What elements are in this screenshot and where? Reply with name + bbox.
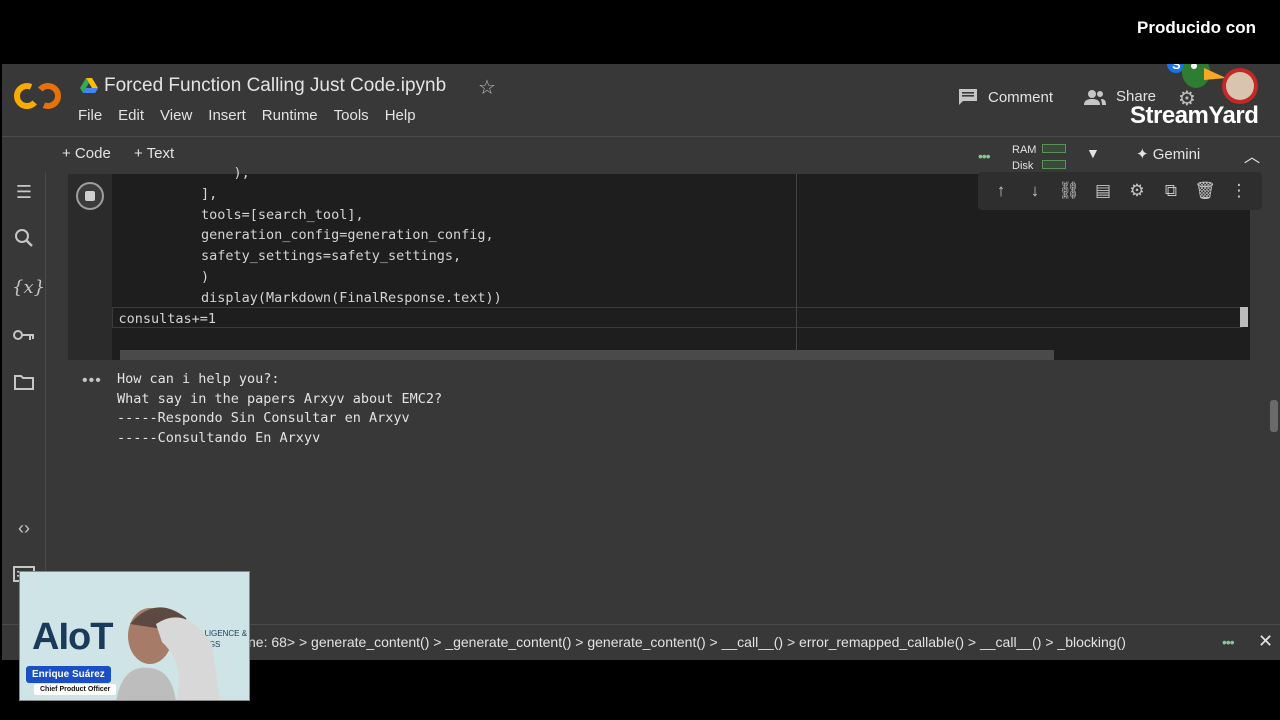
stop-run-button[interactable]	[76, 182, 104, 210]
menu-insert[interactable]: Insert	[208, 107, 254, 124]
add-code-button[interactable]: + Code	[62, 145, 111, 162]
ram-usage-bar	[1042, 144, 1066, 153]
code-editor[interactable]: ), ], tools=[search_tool], generation_co…	[119, 165, 502, 329]
people-icon	[1084, 89, 1106, 105]
output-line: How can i help you?:	[117, 371, 280, 387]
webcam-overlay: AIoT AL INTELLIGENCE & T OF THINGS Enriq…	[19, 571, 250, 701]
menu-file[interactable]: File	[78, 107, 110, 124]
menu-edit[interactable]: Edit	[118, 107, 152, 124]
ram-label: RAM	[1012, 144, 1037, 156]
output-menu-icon[interactable]: •••	[82, 372, 102, 390]
code-line: tools=[search_tool],	[136, 206, 364, 223]
chevron-up-icon[interactable]: ︿	[1244, 143, 1260, 167]
connected-indicator-icon: •••	[978, 148, 991, 164]
output-line: -----Consultando En Arxyv	[117, 429, 321, 446]
menu-view[interactable]: View	[160, 107, 200, 124]
chevron-down-icon[interactable]: ▼	[1086, 145, 1100, 161]
line-length-ruler	[796, 174, 797, 360]
code-line: )	[136, 268, 210, 285]
variables-icon[interactable]: {x}	[12, 276, 45, 300]
code-line: safety_settings=safety_settings,	[136, 248, 462, 265]
vertical-scrollbar-thumb[interactable]	[1240, 307, 1248, 327]
code-line: display(Markdown(FinalResponse.text))	[136, 289, 502, 306]
streamyard-watermark: StreamYard	[1130, 102, 1259, 129]
code-line: consultas+=1	[86, 310, 217, 327]
menu-bar: File Edit View Insert Runtime Tools Help	[78, 107, 432, 124]
presenter-role-tag: Chief Product Officer	[34, 684, 117, 695]
menu-help[interactable]: Help	[385, 107, 424, 124]
menu-tools[interactable]: Tools	[334, 107, 377, 124]
code-line: generation_config=generation_config,	[136, 227, 494, 244]
comment-icon	[959, 89, 977, 105]
more-vert-icon[interactable]: ⋮	[1227, 181, 1251, 201]
webcam-brand-text: AIoT	[32, 616, 113, 658]
stream-banner: Producido con	[0, 0, 1280, 64]
produced-by-label: Producido con	[1137, 18, 1256, 37]
horizontal-scrollbar[interactable]	[120, 350, 1054, 360]
resource-labels[interactable]: RAM Disk	[1012, 142, 1036, 174]
gemini-button[interactable]: ✦ Gemini	[1136, 145, 1200, 163]
colab-logo[interactable]	[14, 80, 62, 112]
comment-label: Comment	[988, 88, 1054, 106]
gemini-label: Gemini	[1152, 146, 1201, 163]
header: Forced Function Calling Just Code.ipynb …	[2, 64, 1280, 136]
status-indicator-icon: •••	[1222, 634, 1235, 650]
page-scrollbar-thumb[interactable]	[1270, 400, 1278, 432]
star-icon[interactable]: ☆	[478, 75, 496, 100]
code-line: ],	[136, 185, 218, 202]
output-line: -----Respondo Sin Consultar en Arxyv	[117, 410, 410, 426]
cell-settings-icon[interactable]: ⚙	[1125, 181, 1149, 201]
search-icon[interactable]	[12, 228, 36, 252]
code-line: ),	[136, 165, 250, 181]
presenter-silhouette	[116, 607, 220, 700]
cell-gutter	[68, 174, 112, 360]
disk-usage-bar	[1042, 160, 1066, 169]
menu-runtime[interactable]: Runtime	[262, 107, 326, 124]
link-icon[interactable]: ⛓	[1057, 181, 1081, 201]
table-of-contents-icon[interactable]: ☰	[12, 180, 36, 204]
output-line: What say in the papers Arxyv about EMC2?	[117, 390, 443, 407]
code-snippets-icon[interactable]: ‹›	[12, 516, 36, 540]
cell-output: How can i help you?: What say in the pape…	[117, 370, 442, 448]
delete-icon[interactable]: 🗑	[1193, 181, 1217, 201]
key-icon[interactable]	[12, 324, 36, 348]
notebook-title[interactable]: Forced Function Calling Just Code.ipynb	[104, 75, 446, 97]
presenter-name-tag: Enrique Suárez	[26, 666, 111, 683]
move-up-icon[interactable]: ↑	[989, 181, 1013, 201]
comment-cell-icon[interactable]: ▤	[1091, 181, 1115, 201]
folder-icon[interactable]	[12, 372, 36, 396]
close-icon[interactable]: ✕	[1258, 631, 1273, 652]
google-drive-icon	[80, 78, 98, 93]
mirror-cell-icon[interactable]: ⧉	[1159, 181, 1183, 201]
svg-text:S: S	[1172, 64, 1181, 72]
cell-toolbar: ↑ ↓ ⛓ ▤ ⚙ ⧉ 🗑 ⋮	[978, 172, 1262, 210]
add-text-button[interactable]: + Text	[134, 145, 174, 162]
execution-trace[interactable]: ne: 68> > generate_content() > _generate…	[248, 634, 1126, 650]
move-down-icon[interactable]: ↓	[1023, 181, 1047, 201]
comment-button[interactable]: Comment	[958, 88, 1053, 106]
